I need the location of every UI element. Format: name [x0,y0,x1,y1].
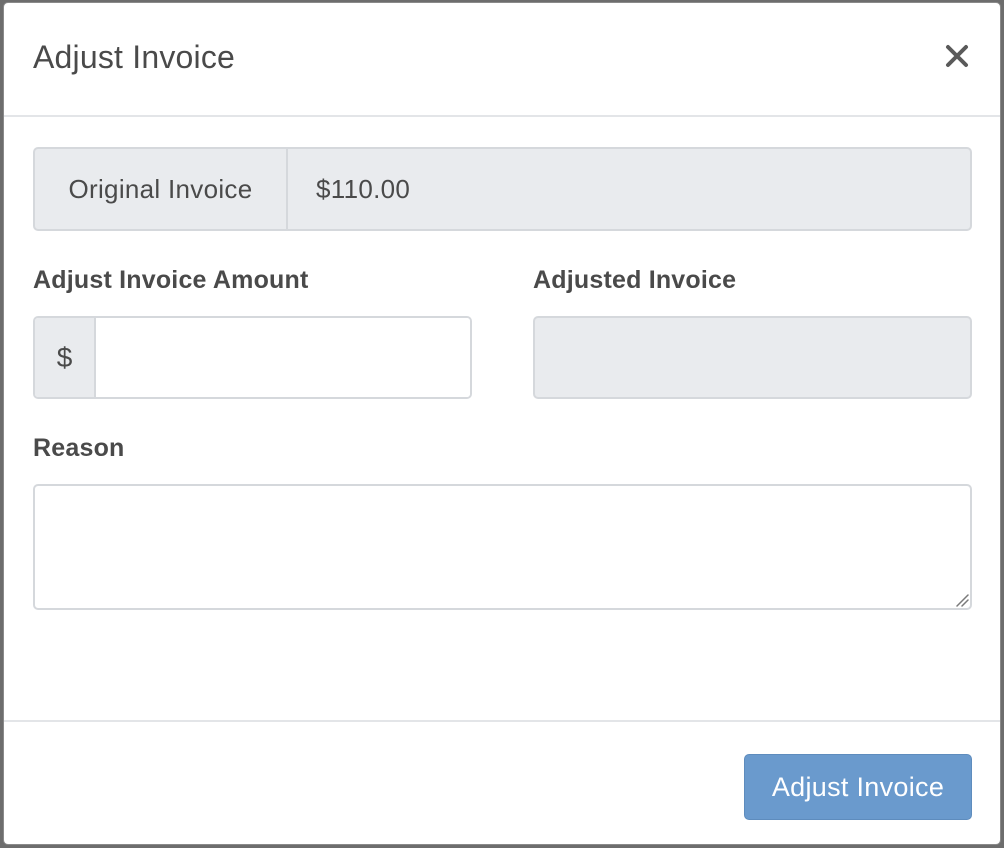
adjusted-invoice-field [533,316,972,399]
original-invoice-group: Original Invoice $110.00 [33,147,972,231]
original-invoice-label: Original Invoice [35,149,288,229]
close-button[interactable] [940,39,974,73]
adjust-invoice-button[interactable]: Adjust Invoice [744,754,972,820]
modal-header: Adjust Invoice [4,3,1000,117]
modal-title: Adjust Invoice [33,39,236,75]
adjust-invoice-modal: Adjust Invoice Original Invoice $110.00 … [3,2,1001,845]
adjust-amount-label: Adjust Invoice Amount [33,266,309,294]
reason-label: Reason [33,434,125,462]
adjusted-invoice-label: Adjusted Invoice [533,266,737,294]
reason-textarea[interactable] [33,484,972,610]
currency-prefix: $ [35,318,96,397]
modal-body: Original Invoice $110.00 Adjust Invoice … [4,117,1000,722]
adjust-amount-input-group: $ [33,316,472,399]
close-icon [946,45,968,67]
original-invoice-value: $110.00 [316,173,411,204]
modal-footer: Adjust Invoice [4,720,1000,844]
resize-grip-icon[interactable] [953,591,969,607]
adjust-amount-input[interactable] [96,318,470,397]
